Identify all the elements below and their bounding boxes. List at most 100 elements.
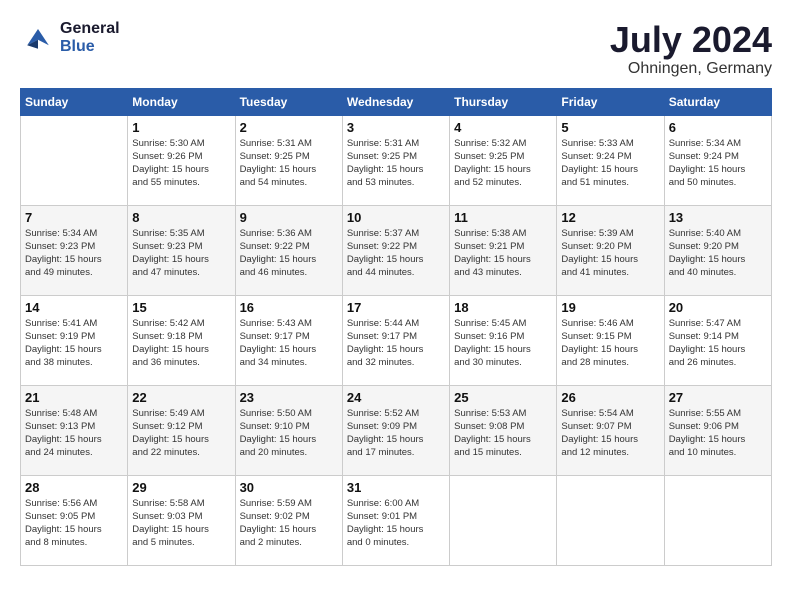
day-number: 14 bbox=[25, 300, 123, 315]
calendar-day-cell: 17 Sunrise: 5:44 AM Sunset: 9:17 PM Dayli… bbox=[342, 295, 449, 385]
logo: General Blue bbox=[20, 20, 120, 56]
day-of-week-header: Wednesday bbox=[342, 88, 449, 115]
day-number: 31 bbox=[347, 480, 445, 495]
day-number: 15 bbox=[132, 300, 230, 315]
calendar-week-row: 21 Sunrise: 5:48 AM Sunset: 9:13 PM Dayli… bbox=[21, 385, 772, 475]
day-info: Sunrise: 5:53 AM Sunset: 9:08 PM Dayligh… bbox=[454, 407, 552, 460]
day-number: 1 bbox=[132, 120, 230, 135]
calendar-table: SundayMondayTuesdayWednesdayThursdayFrid… bbox=[20, 88, 772, 566]
day-number: 6 bbox=[669, 120, 767, 135]
calendar-day-cell: 11 Sunrise: 5:38 AM Sunset: 9:21 PM Dayli… bbox=[450, 205, 557, 295]
day-number: 22 bbox=[132, 390, 230, 405]
calendar-day-cell: 22 Sunrise: 5:49 AM Sunset: 9:12 PM Dayli… bbox=[128, 385, 235, 475]
day-info: Sunrise: 5:48 AM Sunset: 9:13 PM Dayligh… bbox=[25, 407, 123, 460]
logo-icon bbox=[20, 20, 56, 56]
day-number: 11 bbox=[454, 210, 552, 225]
calendar-header: SundayMondayTuesdayWednesdayThursdayFrid… bbox=[21, 88, 772, 115]
calendar-day-cell: 2 Sunrise: 5:31 AM Sunset: 9:25 PM Daylig… bbox=[235, 115, 342, 205]
day-info: Sunrise: 5:39 AM Sunset: 9:20 PM Dayligh… bbox=[561, 227, 659, 280]
day-info: Sunrise: 5:32 AM Sunset: 9:25 PM Dayligh… bbox=[454, 137, 552, 190]
day-info: Sunrise: 5:59 AM Sunset: 9:02 PM Dayligh… bbox=[240, 497, 338, 550]
day-info: Sunrise: 5:40 AM Sunset: 9:20 PM Dayligh… bbox=[669, 227, 767, 280]
location: Ohningen, Germany bbox=[610, 60, 772, 78]
calendar-week-row: 14 Sunrise: 5:41 AM Sunset: 9:19 PM Dayli… bbox=[21, 295, 772, 385]
calendar-day-cell: 13 Sunrise: 5:40 AM Sunset: 9:20 PM Dayli… bbox=[664, 205, 771, 295]
day-info: Sunrise: 5:52 AM Sunset: 9:09 PM Dayligh… bbox=[347, 407, 445, 460]
calendar-day-cell: 20 Sunrise: 5:47 AM Sunset: 9:14 PM Dayli… bbox=[664, 295, 771, 385]
day-number: 23 bbox=[240, 390, 338, 405]
day-info: Sunrise: 5:31 AM Sunset: 9:25 PM Dayligh… bbox=[240, 137, 338, 190]
day-info: Sunrise: 5:50 AM Sunset: 9:10 PM Dayligh… bbox=[240, 407, 338, 460]
calendar-day-cell: 19 Sunrise: 5:46 AM Sunset: 9:15 PM Dayli… bbox=[557, 295, 664, 385]
day-info: Sunrise: 5:42 AM Sunset: 9:18 PM Dayligh… bbox=[132, 317, 230, 370]
calendar-day-cell: 9Sunrise: 5:36 AM Sunset: 9:22 PM Daylig… bbox=[235, 205, 342, 295]
calendar-day-cell: 6Sunrise: 5:34 AM Sunset: 9:24 PM Daylig… bbox=[664, 115, 771, 205]
day-info: Sunrise: 5:43 AM Sunset: 9:17 PM Dayligh… bbox=[240, 317, 338, 370]
day-info: Sunrise: 5:58 AM Sunset: 9:03 PM Dayligh… bbox=[132, 497, 230, 550]
calendar-day-cell: 8 Sunrise: 5:35 AM Sunset: 9:23 PM Daylig… bbox=[128, 205, 235, 295]
day-of-week-header: Tuesday bbox=[235, 88, 342, 115]
calendar-day-cell: 25 Sunrise: 5:53 AM Sunset: 9:08 PM Dayli… bbox=[450, 385, 557, 475]
calendar-week-row: 1Sunrise: 5:30 AM Sunset: 9:26 PM Daylig… bbox=[21, 115, 772, 205]
day-number: 27 bbox=[669, 390, 767, 405]
day-info: Sunrise: 5:44 AM Sunset: 9:17 PM Dayligh… bbox=[347, 317, 445, 370]
calendar-day-cell bbox=[450, 475, 557, 565]
calendar-day-cell: 30 Sunrise: 5:59 AM Sunset: 9:02 PM Dayli… bbox=[235, 475, 342, 565]
calendar-day-cell: 21 Sunrise: 5:48 AM Sunset: 9:13 PM Dayli… bbox=[21, 385, 128, 475]
day-number: 21 bbox=[25, 390, 123, 405]
day-number: 8 bbox=[132, 210, 230, 225]
calendar-day-cell bbox=[21, 115, 128, 205]
calendar-day-cell bbox=[557, 475, 664, 565]
day-number: 16 bbox=[240, 300, 338, 315]
calendar-day-cell: 15 Sunrise: 5:42 AM Sunset: 9:18 PM Dayli… bbox=[128, 295, 235, 385]
day-number: 28 bbox=[25, 480, 123, 495]
calendar-day-cell: 28 Sunrise: 5:56 AM Sunset: 9:05 PM Dayli… bbox=[21, 475, 128, 565]
calendar-day-cell: 7Sunrise: 5:34 AM Sunset: 9:23 PM Daylig… bbox=[21, 205, 128, 295]
calendar-day-cell: 10 Sunrise: 5:37 AM Sunset: 9:22 PM Dayli… bbox=[342, 205, 449, 295]
title-block: July 2024 Ohningen, Germany bbox=[610, 20, 772, 78]
calendar-day-cell: 26Sunrise: 5:54 AM Sunset: 9:07 PM Dayli… bbox=[557, 385, 664, 475]
day-number: 24 bbox=[347, 390, 445, 405]
day-info: Sunrise: 5:49 AM Sunset: 9:12 PM Dayligh… bbox=[132, 407, 230, 460]
day-info: Sunrise: 5:35 AM Sunset: 9:23 PM Dayligh… bbox=[132, 227, 230, 280]
day-info: Sunrise: 5:56 AM Sunset: 9:05 PM Dayligh… bbox=[25, 497, 123, 550]
calendar-day-cell: 4 Sunrise: 5:32 AM Sunset: 9:25 PM Daylig… bbox=[450, 115, 557, 205]
day-info: Sunrise: 5:38 AM Sunset: 9:21 PM Dayligh… bbox=[454, 227, 552, 280]
calendar-day-cell: 24 Sunrise: 5:52 AM Sunset: 9:09 PM Dayli… bbox=[342, 385, 449, 475]
day-number: 4 bbox=[454, 120, 552, 135]
calendar-week-row: 28 Sunrise: 5:56 AM Sunset: 9:05 PM Dayli… bbox=[21, 475, 772, 565]
logo-text: General Blue bbox=[60, 20, 120, 56]
calendar-day-cell: 31 Sunrise: 6:00 AM Sunset: 9:01 PM Dayli… bbox=[342, 475, 449, 565]
day-of-week-header: Saturday bbox=[664, 88, 771, 115]
calendar-day-cell: 16 Sunrise: 5:43 AM Sunset: 9:17 PM Dayli… bbox=[235, 295, 342, 385]
calendar-day-cell: 1Sunrise: 5:30 AM Sunset: 9:26 PM Daylig… bbox=[128, 115, 235, 205]
day-number: 19 bbox=[561, 300, 659, 315]
day-number: 17 bbox=[347, 300, 445, 315]
day-number: 7 bbox=[25, 210, 123, 225]
day-info: Sunrise: 5:37 AM Sunset: 9:22 PM Dayligh… bbox=[347, 227, 445, 280]
calendar-day-cell: 18Sunrise: 5:45 AM Sunset: 9:16 PM Dayli… bbox=[450, 295, 557, 385]
page-header: General Blue July 2024 Ohningen, Germany bbox=[20, 20, 772, 78]
day-of-week-header: Monday bbox=[128, 88, 235, 115]
day-number: 13 bbox=[669, 210, 767, 225]
day-info: Sunrise: 5:41 AM Sunset: 9:19 PM Dayligh… bbox=[25, 317, 123, 370]
day-of-week-header: Sunday bbox=[21, 88, 128, 115]
day-number: 2 bbox=[240, 120, 338, 135]
day-number: 5 bbox=[561, 120, 659, 135]
calendar-day-cell: 12 Sunrise: 5:39 AM Sunset: 9:20 PM Dayli… bbox=[557, 205, 664, 295]
day-info: Sunrise: 5:46 AM Sunset: 9:15 PM Dayligh… bbox=[561, 317, 659, 370]
day-number: 20 bbox=[669, 300, 767, 315]
day-info: Sunrise: 6:00 AM Sunset: 9:01 PM Dayligh… bbox=[347, 497, 445, 550]
day-number: 25 bbox=[454, 390, 552, 405]
day-info: Sunrise: 5:55 AM Sunset: 9:06 PM Dayligh… bbox=[669, 407, 767, 460]
day-number: 10 bbox=[347, 210, 445, 225]
day-of-week-header: Friday bbox=[557, 88, 664, 115]
day-info: Sunrise: 5:33 AM Sunset: 9:24 PM Dayligh… bbox=[561, 137, 659, 190]
calendar-day-cell: 29Sunrise: 5:58 AM Sunset: 9:03 PM Dayli… bbox=[128, 475, 235, 565]
day-info: Sunrise: 5:54 AM Sunset: 9:07 PM Dayligh… bbox=[561, 407, 659, 460]
day-info: Sunrise: 5:47 AM Sunset: 9:14 PM Dayligh… bbox=[669, 317, 767, 370]
calendar-day-cell: 5 Sunrise: 5:33 AM Sunset: 9:24 PM Daylig… bbox=[557, 115, 664, 205]
day-number: 30 bbox=[240, 480, 338, 495]
day-number: 3 bbox=[347, 120, 445, 135]
day-number: 12 bbox=[561, 210, 659, 225]
